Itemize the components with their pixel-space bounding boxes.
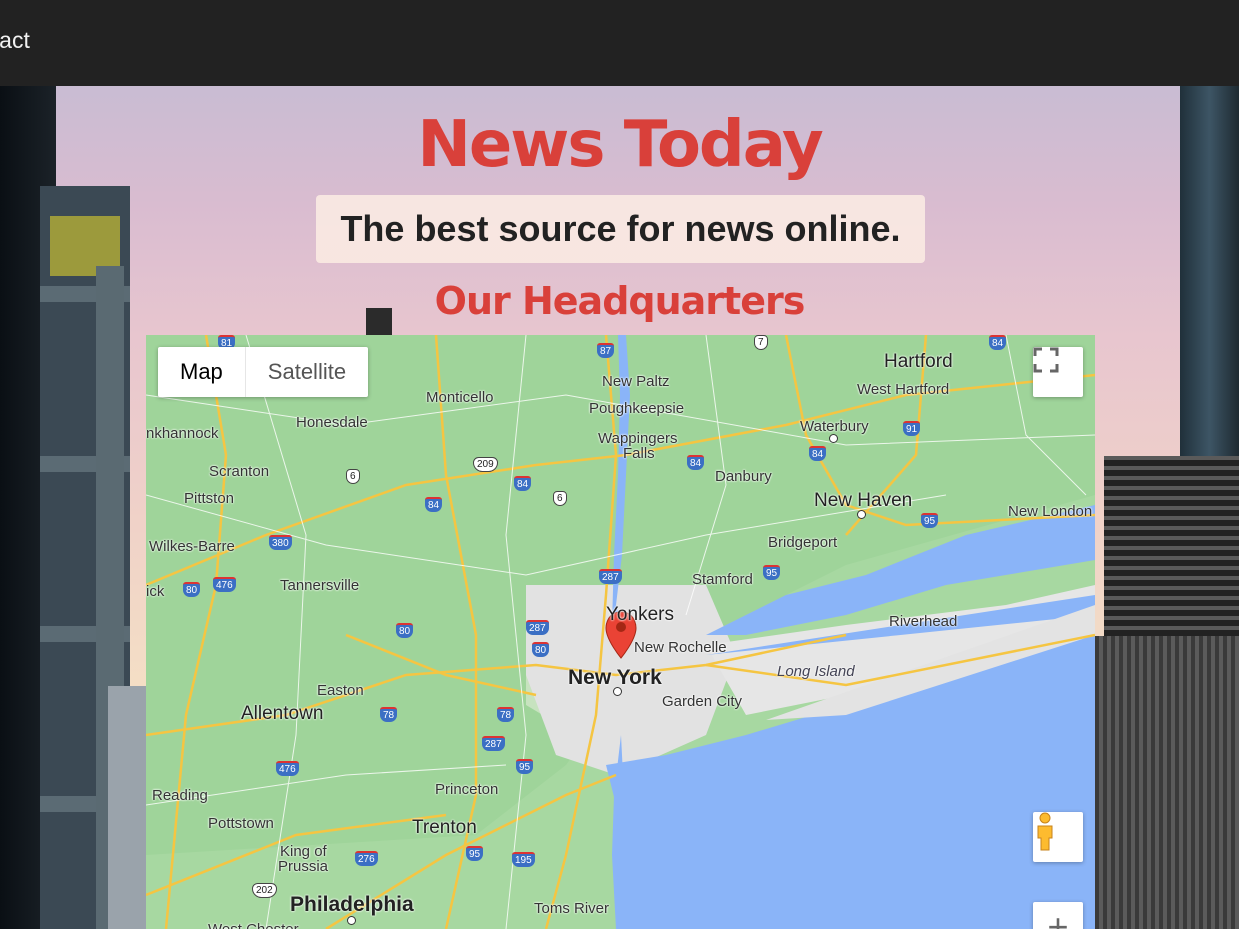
route-shield: 95 [763, 565, 781, 580]
place-label: Garden City [662, 693, 743, 710]
map-canvas[interactable] [146, 335, 1095, 929]
place-label: New Haven [814, 490, 913, 511]
place-label: Scranton [209, 463, 270, 480]
place-label: Stamford [692, 571, 753, 588]
place-label: Falls [623, 445, 655, 462]
place-label: Reading [152, 787, 208, 804]
route-shield: 95 [921, 513, 939, 528]
street-view-pegman[interactable] [1033, 812, 1083, 862]
route-shield: 78 [497, 707, 515, 722]
place-label: West Hartford [857, 381, 950, 398]
headquarters-map[interactable]: Map Satellite + Hartford West Hartford N… [146, 335, 1095, 929]
city-dot [829, 434, 838, 443]
tagline: The best source for news online. [316, 195, 925, 263]
route-shield: 95 [516, 759, 534, 774]
route-shield: 287 [482, 736, 505, 751]
route-shield: 287 [599, 569, 622, 584]
route-shield: 202 [252, 883, 277, 898]
zoom-in-button[interactable]: + [1033, 902, 1083, 929]
route-shield: 84 [809, 446, 827, 461]
place-label: Trenton [412, 817, 477, 838]
route-shield: 84 [989, 335, 1007, 350]
map-type-satellite-button[interactable]: Satellite [246, 347, 368, 397]
place-label: Danbury [715, 468, 772, 485]
route-shield: 6 [346, 469, 360, 484]
route-shield: 476 [213, 577, 236, 592]
place-label: Yonkers [606, 604, 674, 625]
place-label: New Rochelle [634, 639, 727, 656]
route-shield: 87 [597, 343, 615, 358]
route-shield: 80 [532, 642, 550, 657]
place-label: Honesdale [296, 414, 368, 431]
route-shield: 209 [473, 457, 498, 472]
route-shield: 276 [355, 851, 378, 866]
city-dot [857, 510, 866, 519]
place-label: Long Island [777, 663, 855, 680]
place-label: Philadelphia [290, 893, 414, 916]
headquarters-heading: Our Headquarters [434, 279, 806, 323]
place-label: ick [146, 583, 165, 600]
route-shield: 7 [754, 335, 768, 350]
nav-contact-link[interactable]: ntact [0, 27, 30, 54]
place-label: Toms River [534, 900, 610, 917]
place-label: Poughkeepsie [589, 400, 685, 417]
route-shield: 80 [396, 623, 414, 638]
route-shield: 195 [512, 852, 535, 867]
place-label: Wilkes-Barre [149, 538, 235, 555]
route-shield: 287 [526, 620, 549, 635]
place-label: Pottstown [208, 815, 274, 832]
route-shield: 91 [903, 421, 921, 436]
place-label: Prussia [278, 858, 329, 875]
site-title: News Today [417, 108, 823, 182]
place-label: nkhannock [146, 425, 219, 442]
place-label: Hartford [884, 351, 953, 372]
place-label: Riverhead [889, 613, 958, 630]
place-label: Easton [317, 682, 364, 699]
place-label: Bridgeport [768, 534, 838, 551]
place-label: New Paltz [602, 373, 670, 390]
place-label: Allentown [241, 703, 324, 724]
place-label: Waterbury [800, 418, 869, 435]
city-dot [613, 687, 622, 696]
place-label: Monticello [426, 389, 494, 406]
route-shield: 95 [466, 846, 484, 861]
top-navbar: ntact [0, 0, 1239, 86]
route-shield: 6 [553, 491, 567, 506]
place-label: Princeton [435, 781, 499, 798]
place-label: Tannersville [280, 577, 360, 594]
place-label: West Chester [208, 921, 299, 929]
fullscreen-button[interactable] [1033, 347, 1083, 397]
route-shield: 78 [380, 707, 398, 722]
plus-icon: + [1047, 906, 1069, 929]
route-shield: 380 [269, 535, 292, 550]
city-dot [347, 916, 356, 925]
place-label: Pittston [184, 490, 235, 507]
route-shield: 84 [514, 476, 532, 491]
route-shield: 84 [425, 497, 443, 512]
place-label: New London [1008, 503, 1093, 520]
route-shield: 84 [687, 455, 705, 470]
route-shield: 476 [276, 761, 299, 776]
map-type-map-button[interactable]: Map [158, 347, 246, 397]
map-type-control: Map Satellite [158, 347, 369, 397]
route-shield: 80 [183, 582, 201, 597]
